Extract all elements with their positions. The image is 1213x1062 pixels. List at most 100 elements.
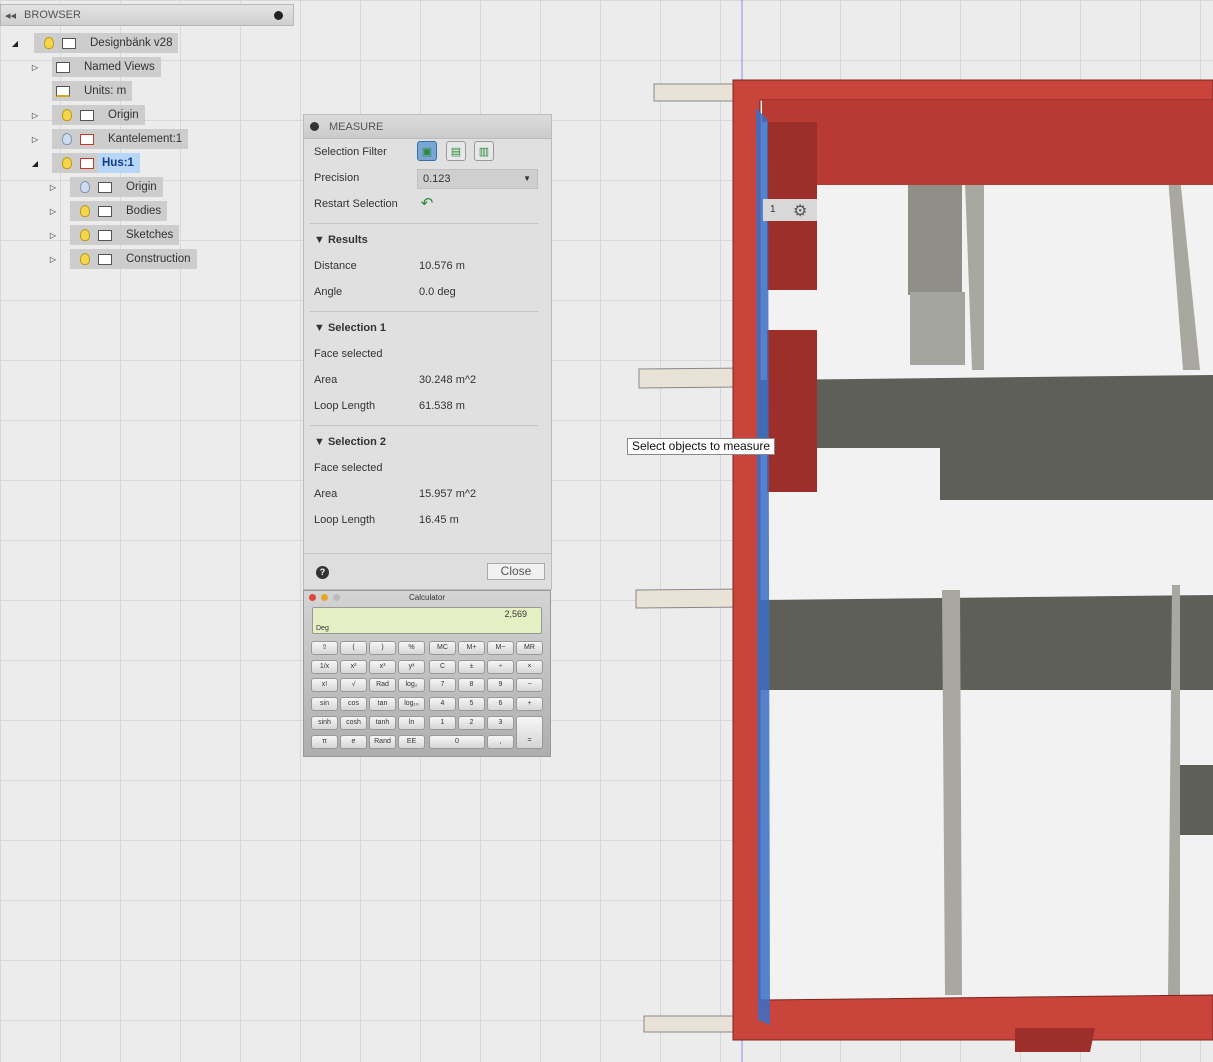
tree-node-origin[interactable]: ▷ Origin [28,105,145,125]
collapsed-arrow-icon[interactable]: ▷ [46,183,60,192]
collapsed-arrow-icon[interactable]: ▷ [28,111,42,120]
calc-key[interactable]: Rad [369,678,396,693]
filter-body-icon[interactable]: ▣ [417,141,437,161]
calc-key[interactable]: 1 [429,715,456,730]
visibility-bulb-icon[interactable] [80,181,90,193]
selection2-section[interactable]: ▼ Selection 2 [314,436,386,448]
calc-key[interactable]: log₁₀ [398,697,425,712]
calc-key[interactable]: 5 [458,697,485,712]
tree-node-hus[interactable]: ◢ Hus:1 [28,153,140,173]
filter-edge-icon[interactable]: ▥ [474,141,494,161]
visibility-bulb-icon[interactable] [80,229,90,241]
calc-key[interactable]: sinh [311,715,338,730]
restart-selection-icon[interactable]: ↶ [417,193,437,213]
calc-key[interactable]: % [398,641,425,655]
calc-key[interactable]: e [340,734,367,749]
calc-key[interactable]: tan [369,697,396,712]
calc-key[interactable]: ÷ [487,659,514,674]
minimize-window-icon[interactable] [321,594,328,601]
calc-key[interactable]: 7 [429,678,456,693]
results-section[interactable]: ▼ Results [314,234,368,246]
selection1-section[interactable]: ▼ Selection 1 [314,322,386,334]
tree-node-construction[interactable]: ▷ Construction [46,249,197,269]
visibility-bulb-icon[interactable] [62,157,72,169]
calc-key-equals[interactable]: = [516,716,543,749]
calc-key[interactable]: x! [311,678,338,693]
visibility-bulb-icon[interactable] [62,133,72,145]
calc-key[interactable]: , [487,734,514,749]
tree-node-sketches[interactable]: ▷ Sketches [46,225,180,245]
calc-key[interactable]: log₂ [398,678,425,693]
folder-icon [98,229,112,241]
visibility-bulb-icon[interactable] [80,253,90,265]
calc-key[interactable]: MC [429,641,456,655]
calc-key[interactable]: 2 [458,715,485,730]
calc-key[interactable]: tanh [369,715,396,730]
visibility-bulb-icon[interactable] [80,205,90,217]
tree-node-units[interactable]: Units: m [42,81,133,101]
calc-key[interactable]: 6 [487,697,514,712]
folder-icon [98,253,112,265]
tree-node-bodies[interactable]: ▷ Bodies [46,201,168,221]
calc-key[interactable]: Rand [369,734,396,749]
collapsed-arrow-icon[interactable]: ▷ [46,231,60,240]
calc-key[interactable]: 1/x [311,659,338,674]
collapsed-arrow-icon[interactable]: ▷ [46,255,60,264]
calc-key[interactable]: 3 [487,715,514,730]
calc-key[interactable]: cos [340,697,367,712]
calc-key[interactable]: ± [458,659,485,674]
calc-key[interactable]: yˣ [398,659,425,674]
calc-key[interactable]: √ [340,678,367,693]
node-label: Origin [108,109,139,121]
calc-key[interactable]: EE [398,734,425,749]
collapsed-arrow-icon[interactable]: ▷ [28,63,42,72]
tree-node-named-views[interactable]: ▷ Named Views [28,57,161,77]
visibility-bulb-icon[interactable] [62,109,72,121]
calc-key[interactable]: cosh [340,715,367,730]
calc-key[interactable]: ( [340,641,367,655]
calc-key[interactable]: 8 [458,678,485,693]
precision-dropdown[interactable]: 0.123 ▼ [417,169,538,189]
tree-node-hus-origin[interactable]: ▷ Origin [46,177,163,197]
minimize-icon[interactable] [274,11,283,20]
calc-key[interactable]: × [516,659,543,674]
calc-key[interactable]: 0 [429,734,485,749]
help-icon[interactable]: ? [316,566,329,579]
calc-key[interactable]: MR [516,641,543,655]
collapsed-arrow-icon[interactable]: ▷ [46,207,60,216]
close-button[interactable]: Close [487,563,545,580]
collapsed-arrow-icon[interactable]: ▷ [28,135,42,144]
calc-key[interactable]: ln [398,715,425,730]
calc-key[interactable]: + [516,697,543,712]
expanded-arrow-icon[interactable]: ◢ [8,39,22,48]
tree-node-root[interactable]: ◢ Designbänk v28 [8,33,179,53]
calc-key[interactable]: M− [487,641,514,655]
calc-key[interactable]: x³ [369,659,396,674]
calc-key[interactable]: 9 [487,678,514,693]
collapse-icon[interactable]: ◂◂ [5,9,16,22]
calc-key[interactable]: ⇧ [311,641,338,655]
angle-mode: Deg [316,625,329,632]
tree-node-kantelement[interactable]: ▷ Kantelement:1 [28,129,189,149]
collapse-dialog-icon[interactable] [310,122,319,131]
gear-icon[interactable]: ⚙ [793,201,807,221]
calc-key[interactable]: C [429,659,456,674]
browser-title: BROWSER [24,9,81,21]
zoom-window-icon[interactable] [333,594,340,601]
calc-key[interactable]: − [516,678,543,693]
close-window-icon[interactable] [309,594,316,601]
expanded-arrow-icon[interactable]: ◢ [28,159,42,168]
calc-key[interactable]: M+ [458,641,485,655]
calc-key[interactable]: π [311,734,338,749]
selection2-status: Face selected [314,462,383,474]
visibility-bulb-icon[interactable] [44,37,54,49]
filter-face-icon[interactable]: ▤ [446,141,466,161]
3d-viewport[interactable] [0,0,1213,1062]
node-label: Bodies [126,205,162,217]
calc-key[interactable]: ) [369,641,396,655]
selection-marker[interactable]: 1 ⚙ [763,199,817,221]
selection1-loop-length: 61.538 m [419,400,465,412]
calc-key[interactable]: 4 [429,697,456,712]
calc-key[interactable]: x² [340,659,367,674]
calc-key[interactable]: sin [311,697,338,712]
